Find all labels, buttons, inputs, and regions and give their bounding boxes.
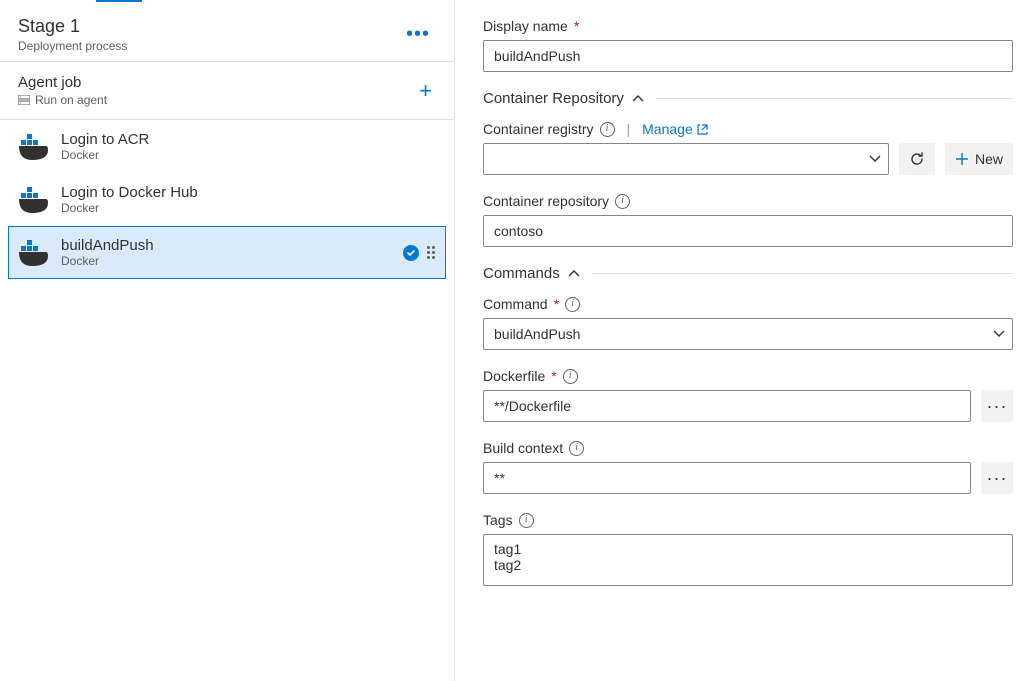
browse-button[interactable]: ··· (981, 462, 1013, 494)
tags-textarea[interactable] (483, 534, 1013, 586)
task-row[interactable]: Login to Docker Hub Docker (8, 173, 446, 226)
dockerfile-label: Dockerfile* i (483, 368, 1013, 384)
container-registry-select[interactable] (483, 143, 889, 175)
new-button[interactable]: New (945, 143, 1013, 175)
container-repository-label: Container repository i (483, 193, 1013, 209)
container-repository-input[interactable] (483, 215, 1013, 247)
docker-icon (19, 185, 49, 215)
chevron-up-icon (632, 95, 644, 103)
info-icon[interactable]: i (565, 297, 580, 312)
task-row[interactable]: Login to ACR Docker (8, 120, 446, 173)
task-title: buildAndPush (61, 237, 154, 254)
task-title: Login to Docker Hub (61, 184, 198, 201)
info-icon[interactable]: i (569, 441, 584, 456)
stage-subtitle: Deployment process (18, 39, 127, 53)
browse-button[interactable]: ··· (981, 390, 1013, 422)
task-title: Login to ACR (61, 131, 149, 148)
check-icon (403, 245, 419, 261)
command-select[interactable] (483, 318, 1013, 350)
tasks-panel: Stage 1 Deployment process ••• Agent job… (0, 0, 455, 681)
info-icon[interactable]: i (615, 194, 630, 209)
section-commands[interactable]: Commands (483, 265, 1013, 282)
active-tab-indicator (96, 0, 142, 2)
docker-icon (19, 238, 49, 268)
build-context-input[interactable] (483, 462, 971, 494)
command-label: Command* i (483, 296, 1013, 312)
stage-title: Stage 1 (18, 16, 127, 37)
display-name-label: Display name* (483, 18, 1013, 34)
server-icon (18, 95, 30, 105)
info-icon[interactable]: i (600, 122, 615, 137)
add-task-button[interactable]: + (415, 78, 436, 104)
manage-link[interactable]: Manage (642, 121, 708, 137)
tags-label: Tags i (483, 512, 1013, 528)
info-icon[interactable]: i (519, 513, 534, 528)
agent-job-header[interactable]: Agent job Run on agent + (0, 62, 454, 120)
container-registry-label: Container registry i | Manage (483, 121, 1013, 137)
agent-job-title: Agent job (18, 74, 107, 91)
chevron-up-icon (568, 270, 580, 278)
refresh-button[interactable] (899, 143, 935, 175)
task-subtitle: Docker (61, 148, 149, 162)
stage-more-button[interactable]: ••• (400, 19, 436, 50)
docker-icon (19, 132, 49, 162)
dockerfile-input[interactable] (483, 390, 971, 422)
build-context-label: Build context i (483, 440, 1013, 456)
refresh-icon (909, 151, 925, 167)
external-link-icon (697, 124, 708, 135)
plus-icon (955, 152, 969, 166)
stage-header: Stage 1 Deployment process ••• (0, 0, 454, 62)
section-container-repository[interactable]: Container Repository (483, 90, 1013, 107)
task-list: Login to ACR Docker Login to Docker Hub (0, 120, 454, 279)
task-subtitle: Docker (61, 254, 154, 268)
agent-job-subtitle: Run on agent (18, 93, 107, 107)
task-details-panel: Display name* Container Repository Conta… (455, 0, 1033, 681)
task-row-selected[interactable]: buildAndPush Docker (8, 226, 446, 279)
task-subtitle: Docker (61, 201, 198, 215)
drag-handle-icon[interactable] (427, 246, 435, 259)
info-icon[interactable]: i (563, 369, 578, 384)
display-name-input[interactable] (483, 40, 1013, 72)
